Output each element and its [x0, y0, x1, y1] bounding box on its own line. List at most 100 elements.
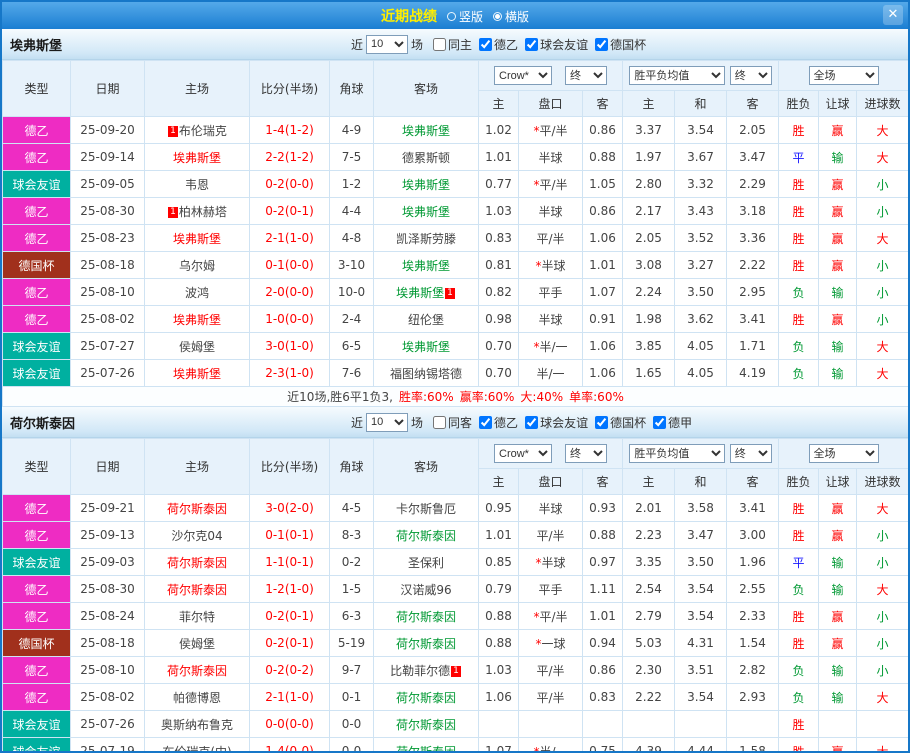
goals-result-cell: 大	[856, 224, 908, 252]
match-count-select[interactable]: 10	[366, 34, 409, 54]
match-row: 德国杯 25-08-18 侯姆堡 0-2(0-1) 5-19 荷尔斯泰因 0.88 *一球 0.…	[2, 629, 908, 657]
europe-away-odds-cell: 2.33	[725, 602, 780, 630]
match-row: 球会友谊 25-07-27 侯姆堡 3-0(1-0) 6-5 埃弗斯堡 0.70 *半/一 1.…	[2, 332, 908, 360]
handicap-result-cell: 赢	[818, 629, 858, 657]
col-header-0: 类型	[2, 60, 71, 117]
league-type-cell: 德乙	[2, 494, 71, 522]
team-name-text: 侯姆堡	[178, 339, 215, 354]
filter-checkbox-option[interactable]: 球会友谊	[525, 36, 588, 53]
handicap-star: *	[535, 258, 542, 273]
filter-checkbox[interactable]	[479, 415, 493, 429]
filter-checkbox-option[interactable]: 德国杯	[595, 414, 646, 431]
asia-home-odds-cell: 1.06	[478, 683, 519, 711]
asia-away-odds-cell: 0.91	[582, 305, 623, 333]
filter-checkbox[interactable]	[525, 415, 539, 429]
asia-stage-select[interactable]: 终	[565, 66, 607, 85]
europe-home-odds-cell: 3.37	[622, 116, 675, 144]
asia-handicap-cell: 平手	[518, 575, 583, 603]
league-type-cell: 球会友谊	[2, 737, 71, 751]
filter-checkbox-option[interactable]: 同客	[433, 414, 472, 431]
filter-checkbox[interactable]	[595, 37, 609, 51]
europe-draw-odds-cell: 3.50	[674, 548, 727, 576]
results-table: 类型 日期 主场 比分(半场) 角球 客场 Crow* 终胜平负均值终全场主盘口客主和客胜负让…	[2, 60, 908, 407]
filter-checkbox-option[interactable]: 德甲	[653, 414, 692, 431]
match-count-select[interactable]: 10	[366, 412, 409, 432]
filter-checkbox[interactable]	[433, 415, 447, 429]
scope-select[interactable]: 全场	[808, 444, 879, 463]
filter-checkbox[interactable]	[479, 37, 493, 51]
asia-handicap-cell: 半/一	[518, 359, 583, 387]
bookmaker-select[interactable]: Crow*	[494, 66, 552, 85]
filter-checkbox[interactable]	[595, 415, 609, 429]
filter-checkbox-option[interactable]: 德乙	[479, 414, 518, 431]
team-name-text: 荷尔斯泰因	[395, 690, 456, 705]
filter-checkbox-option[interactable]: 球会友谊	[525, 414, 588, 431]
asia-stage-select[interactable]: 终	[565, 444, 607, 463]
filter-checkbox[interactable]	[653, 415, 667, 429]
filter-checkbox-option[interactable]: 德乙	[479, 36, 518, 53]
asia-home-odds-cell: 0.85	[478, 548, 519, 576]
europe-stage-select[interactable]: 终	[729, 66, 772, 85]
col-header-2: 主场	[144, 60, 250, 117]
europe-draw-odds-cell: 4.05	[674, 332, 727, 360]
asia-home-odds-cell: 1.01	[478, 143, 519, 171]
match-row: 球会友谊 25-09-05 韦恩 0-2(0-0) 1-2 埃弗斯堡 0.77 *平/半 1.0…	[2, 170, 908, 198]
europe-draw-odds-cell: 3.43	[674, 197, 727, 225]
europe-odds-select[interactable]: 胜平负均值	[629, 444, 726, 463]
league-type-cell: 德乙	[2, 143, 71, 171]
handicap-star: *	[533, 744, 540, 753]
score-cell: 0-1(0-0)	[249, 251, 330, 279]
europe-away-odds-cell: 1.71	[725, 332, 780, 360]
filter-checkbox-option[interactable]: 德国杯	[595, 36, 646, 53]
team-name-text: 韦恩	[184, 177, 209, 192]
corner-cell: 0-2	[329, 548, 374, 576]
layout-radio-option-0[interactable]: 竖版	[446, 8, 483, 25]
team-name-text: 圣保利	[407, 555, 444, 570]
score-cell: 1-4(0-0)	[249, 737, 330, 751]
score-cell: 2-1(1-0)	[249, 224, 330, 252]
score-cell: 2-3(1-0)	[249, 359, 330, 387]
corner-cell: 3-10	[329, 251, 374, 279]
europe-home-odds-cell: 2.24	[622, 278, 675, 306]
europe-home-odds-cell: 2.54	[622, 575, 675, 603]
home-team-cell: 埃弗斯堡	[144, 143, 250, 171]
europe-away-odds-cell: 3.00	[725, 521, 780, 549]
match-row: 德乙 25-08-30 荷尔斯泰因 1-2(1-0) 1-5 汉诺威96 0.79 平手 1.1…	[2, 575, 908, 603]
league-type-cell: 球会友谊	[2, 548, 71, 576]
date-cell: 25-09-03	[70, 548, 145, 576]
sub-header-0: 主	[478, 468, 519, 495]
europe-draw-odds-cell: 3.54	[674, 602, 727, 630]
scope-select[interactable]: 全场	[808, 66, 879, 85]
outcome-cell: 胜	[778, 521, 820, 549]
filter-checkbox-option[interactable]: 同主	[433, 36, 472, 53]
europe-odds-select[interactable]: 胜平负均值	[629, 66, 726, 85]
result-group-header: 全场	[778, 438, 908, 469]
score-cell: 3-0(1-0)	[249, 332, 330, 360]
home-team-cell: 埃弗斯堡	[144, 224, 250, 252]
layout-radio-option-1[interactable]: 横版	[493, 8, 529, 25]
filter-checkbox[interactable]	[525, 37, 539, 51]
match-row: 德乙 25-08-02 埃弗斯堡 1-0(0-0) 2-4 纽伦堡 0.98 半球 0.91 1.…	[2, 305, 908, 333]
close-icon[interactable]: ✕	[883, 5, 903, 25]
asia-home-odds-cell: 1.01	[478, 521, 519, 549]
bookmaker-select[interactable]: Crow*	[494, 444, 552, 463]
filter-checkbox[interactable]	[433, 37, 447, 51]
filter-checkbox-label: 同主	[448, 37, 473, 52]
home-team-cell: 菲尔特	[144, 602, 250, 630]
team-name-text: 纽伦堡	[407, 312, 444, 327]
sub-header-7: 让球	[818, 468, 858, 495]
match-row: 德乙 25-08-23 埃弗斯堡 2-1(1-0) 4-8 凯泽斯劳滕 0.83 平/半 1.0…	[2, 224, 908, 252]
europe-stage-select[interactable]: 终	[729, 444, 772, 463]
date-cell: 25-08-30	[70, 197, 145, 225]
corner-cell: 9-7	[329, 656, 374, 684]
team-name-text: 荷尔斯泰因	[166, 663, 227, 678]
asia-home-odds-cell: 0.95	[478, 494, 519, 522]
corner-cell: 5-19	[329, 629, 374, 657]
away-team-cell: 埃弗斯堡	[373, 116, 479, 144]
away-team-cell: 汉诺威96	[373, 575, 479, 603]
asia-away-odds-cell: 0.83	[582, 683, 623, 711]
away-team-cell: 纽伦堡	[373, 305, 479, 333]
col-header-0: 类型	[2, 438, 71, 495]
col-header-4: 角球	[329, 438, 374, 495]
team-name-text: 埃弗斯堡	[401, 258, 450, 273]
